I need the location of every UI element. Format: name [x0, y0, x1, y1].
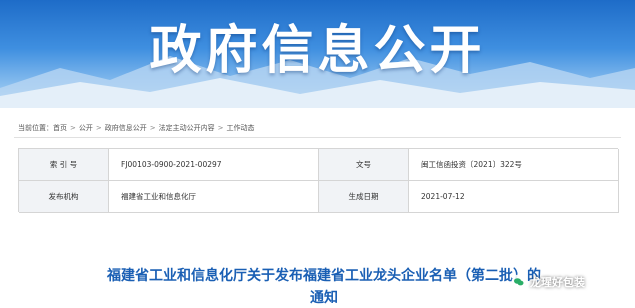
breadcrumb-separator: > [95, 124, 102, 132]
breadcrumb-divider [14, 137, 621, 138]
breadcrumb-separator: > [149, 124, 156, 132]
breadcrumb-item-home[interactable]: 首页 [53, 123, 67, 133]
breadcrumb: 当前位置： 首页 > 公开 > 政府信息公开 > 法定主动公开内容 > 工作动态 [18, 121, 255, 135]
watermark: 龙瑆好包装 [511, 271, 585, 293]
header-banner: 政府信息公开 [0, 0, 635, 108]
watermark-text: 龙瑆好包装 [530, 276, 585, 289]
publisher-label: 发布机构 [19, 181, 109, 213]
breadcrumb-item-work-news[interactable]: 工作动态 [227, 123, 255, 133]
document-number-label: 文号 [319, 149, 409, 181]
index-number-value: FJ00103-0900-2021-00297 [109, 149, 319, 181]
breadcrumb-separator: > [70, 124, 76, 132]
breadcrumb-item-statutory[interactable]: 法定主动公开内容 [159, 123, 215, 133]
breadcrumb-item-gov-info[interactable]: 政府信息公开 [105, 123, 147, 133]
publisher-value: 福建省工业和信息化厅 [109, 181, 319, 213]
article-title: 福建省工业和信息化厅关于发布福建省工业龙头企业名单（第二批）的通知 [107, 268, 541, 306]
breadcrumb-separator: > [217, 124, 224, 132]
breadcrumb-prefix: 当前位置： [18, 124, 53, 132]
date-label: 生成日期 [319, 181, 409, 213]
date-value: 2021-07-12 [409, 181, 619, 213]
wechat-icon [511, 274, 527, 290]
index-number-label: 索 引 号 [19, 149, 109, 181]
document-info-table: 索 引 号 FJ00103-0900-2021-00297 文号 闽工信函投资〔… [18, 148, 619, 213]
document-number-value: 闽工信函投资〔2021〕322号 [409, 149, 619, 181]
breadcrumb-item-public[interactable]: 公开 [79, 123, 93, 133]
banner-title: 政府信息公开 [149, 21, 486, 81]
